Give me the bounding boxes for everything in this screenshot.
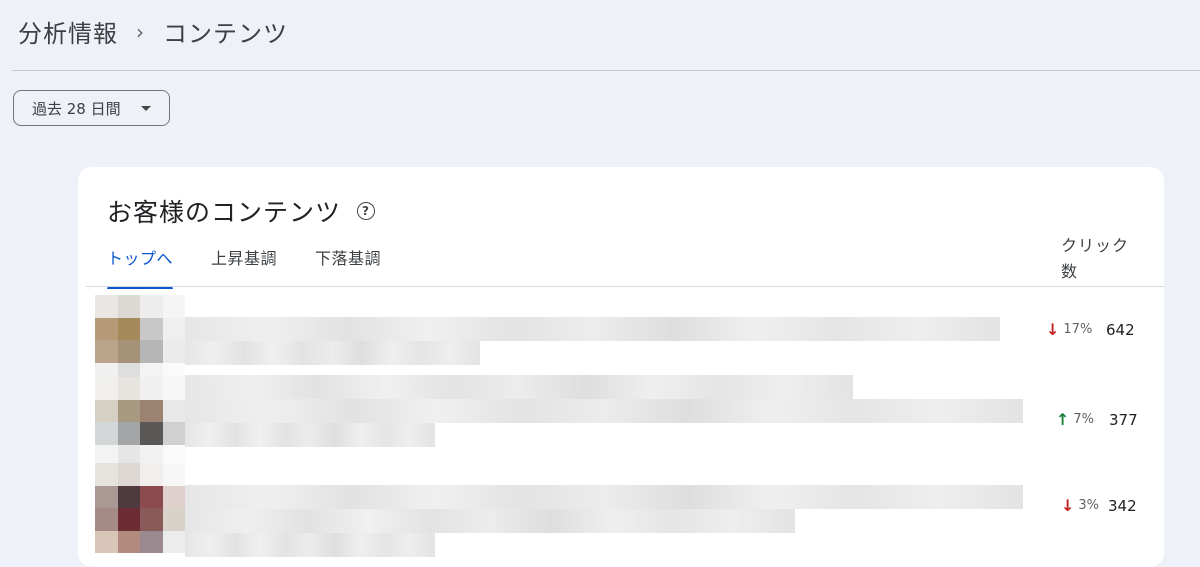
content-title-blurred xyxy=(185,509,795,533)
tab-falling[interactable]: 下落基調 xyxy=(315,245,381,289)
breadcrumb-separator: › xyxy=(136,19,145,44)
breadcrumb: 分析情報 › コンテンツ xyxy=(18,14,288,49)
help-circle-icon[interactable]: ? xyxy=(357,202,376,220)
clicks-value: 342 xyxy=(1108,496,1137,515)
content-title-blurred xyxy=(185,341,480,365)
list-item[interactable]: ↓ 17% 642 xyxy=(78,287,1164,385)
card-title: お客様のコンテンツ ? xyxy=(107,193,376,229)
change-value: 3% xyxy=(1078,498,1100,513)
header-divider xyxy=(12,70,1200,71)
content-thumbnail xyxy=(95,295,185,385)
clicks-value: 642 xyxy=(1106,320,1135,339)
change-value: 17% xyxy=(1063,322,1093,337)
arrow-up-icon: ↑ xyxy=(1056,410,1070,429)
tab-rising[interactable]: 上昇基調 xyxy=(211,245,277,289)
date-range-label: 過去 28 日間 xyxy=(32,99,121,118)
trend-change: ↓ 3% xyxy=(1061,463,1099,548)
content-title-blurred xyxy=(185,375,853,399)
content-title-blurred xyxy=(185,317,1000,341)
content-title-blurred xyxy=(185,399,1023,423)
card-title-text: お客様のコンテンツ xyxy=(107,198,342,227)
content-tabs: トップへ 上昇基調 下落基調 xyxy=(107,245,381,289)
arrow-down-icon: ↓ xyxy=(1061,496,1075,515)
clicks-value: 377 xyxy=(1109,410,1138,429)
arrow-down-icon: ↓ xyxy=(1046,320,1060,339)
date-range-select[interactable]: 過去 28 日間 xyxy=(13,90,170,126)
caret-down-icon xyxy=(141,106,151,111)
content-thumbnail xyxy=(95,377,185,467)
tab-top[interactable]: トップへ xyxy=(107,245,174,289)
content-card: お客様のコンテンツ ? トップへ 上昇基調 下落基調 クリック数 ↓ 17% 6… xyxy=(78,167,1164,567)
trend-change: ↑ 7% xyxy=(1056,377,1094,462)
column-header-clicks[interactable]: クリック数 xyxy=(1061,233,1131,285)
content-title-blurred xyxy=(185,423,435,447)
breadcrumb-current: コンテンツ xyxy=(163,20,288,48)
list-item[interactable]: ↓ 3% 342 xyxy=(78,463,1164,557)
trend-change: ↓ 17% xyxy=(1046,287,1092,372)
list-item[interactable]: ↑ 7% 377 xyxy=(78,375,1164,467)
change-value: 7% xyxy=(1073,412,1095,427)
content-title-blurred xyxy=(185,485,1023,509)
content-title-blurred xyxy=(185,533,435,557)
content-thumbnail xyxy=(95,463,185,553)
breadcrumb-parent[interactable]: 分析情報 xyxy=(18,14,118,49)
